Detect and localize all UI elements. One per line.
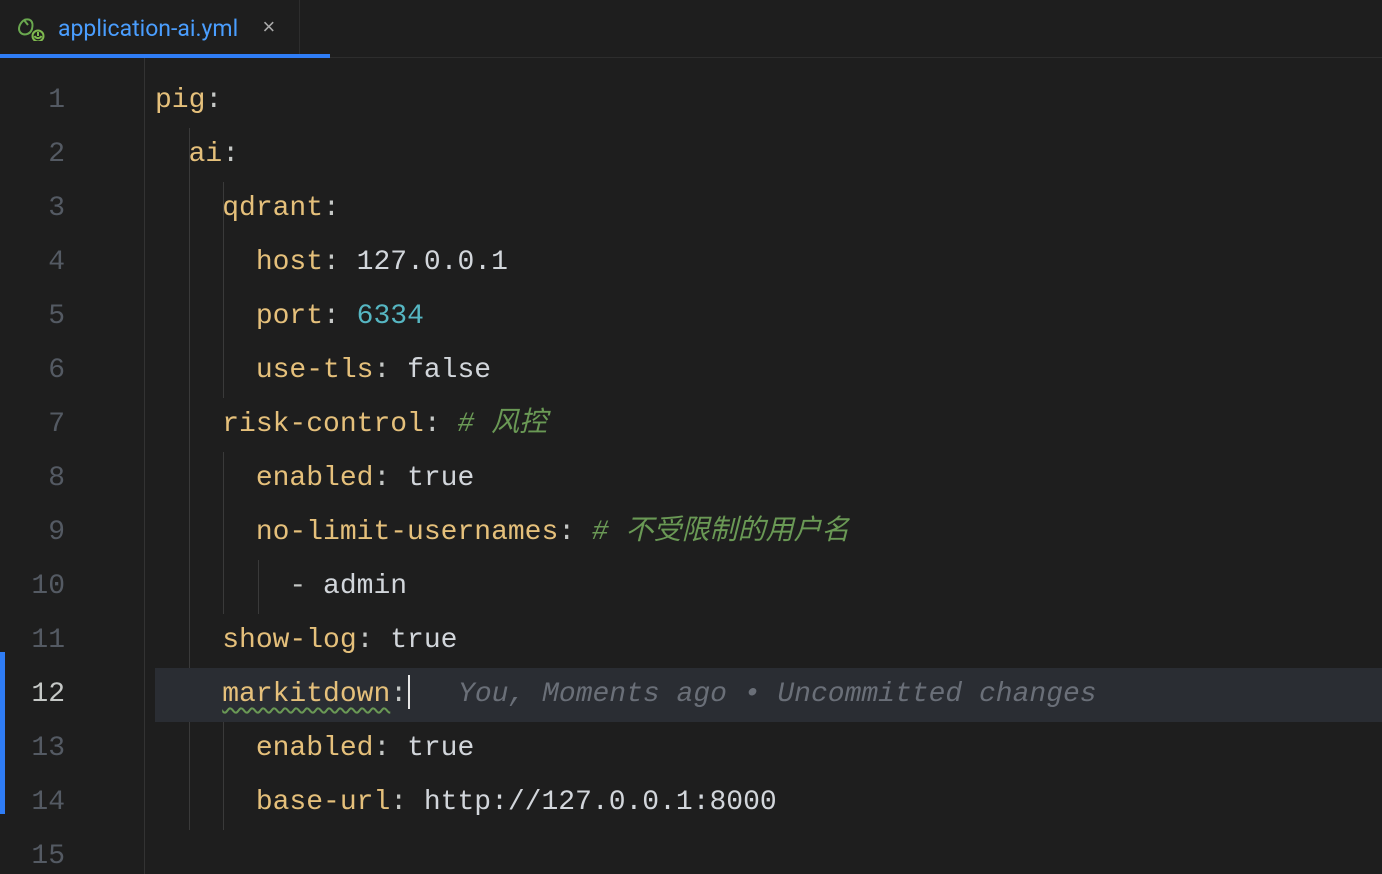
code-line[interactable]: host: 127.0.0.1	[155, 236, 1382, 290]
code-line[interactable]: qdrant:	[155, 182, 1382, 236]
code-line[interactable]: ai:	[155, 128, 1382, 182]
line-number[interactable]: 13	[0, 722, 145, 776]
code-line[interactable]: - admin	[155, 560, 1382, 614]
line-number[interactable]: 15	[0, 830, 145, 874]
code-line[interactable]: show-log: true	[155, 614, 1382, 668]
line-number[interactable]: 14	[0, 776, 145, 830]
tab-title: application-ai.yml	[58, 15, 238, 42]
code-area[interactable]: pig: ai: qdrant: host: 127.0.0.1 port: 6…	[145, 58, 1382, 874]
spell-squiggle: markitdown	[222, 679, 390, 710]
line-number[interactable]: 8	[0, 452, 145, 506]
code-line[interactable]: risk-control: # 风控	[155, 398, 1382, 452]
code-line[interactable]: base-url: http://127.0.0.1:8000	[155, 776, 1382, 830]
line-number[interactable]: 1	[0, 74, 145, 128]
line-number[interactable]: 4	[0, 236, 145, 290]
file-tab[interactable]: application-ai.yml ×	[0, 0, 300, 57]
line-number[interactable]: 6	[0, 344, 145, 398]
line-number-gutter: 1 2 3 4 5 6 7 8 9 10 11 12 13 14 15	[0, 58, 145, 874]
code-line[interactable]: no-limit-usernames: # 不受限制的用户名	[155, 506, 1382, 560]
spring-boot-icon	[16, 17, 46, 41]
git-blame-inline[interactable]: You, Moments ago • Uncommitted changes	[458, 679, 1097, 710]
line-number[interactable]: 10	[0, 560, 145, 614]
vcs-change-marker	[0, 652, 5, 814]
line-number[interactable]: 2	[0, 128, 145, 182]
code-line-current[interactable]: markitdown:You, Moments ago • Uncommitte…	[155, 668, 1382, 722]
line-number[interactable]: 7	[0, 398, 145, 452]
code-line[interactable]: use-tls: false	[155, 344, 1382, 398]
code-line[interactable]: enabled: true	[155, 452, 1382, 506]
line-number[interactable]: 5	[0, 290, 145, 344]
line-number[interactable]: 9	[0, 506, 145, 560]
code-line[interactable]: pig:	[155, 74, 1382, 128]
code-line[interactable]: enabled: true	[155, 722, 1382, 776]
line-number-current[interactable]: 12	[0, 668, 145, 722]
line-number[interactable]: 11	[0, 614, 145, 668]
text-cursor	[408, 675, 410, 709]
code-line[interactable]	[155, 830, 1382, 874]
close-icon[interactable]: ×	[256, 16, 281, 42]
tab-bar: application-ai.yml ×	[0, 0, 1382, 58]
editor-pane: 1 2 3 4 5 6 7 8 9 10 11 12 13 14 15 pig:…	[0, 58, 1382, 874]
code-line[interactable]: port: 6334	[155, 290, 1382, 344]
line-number[interactable]: 3	[0, 182, 145, 236]
